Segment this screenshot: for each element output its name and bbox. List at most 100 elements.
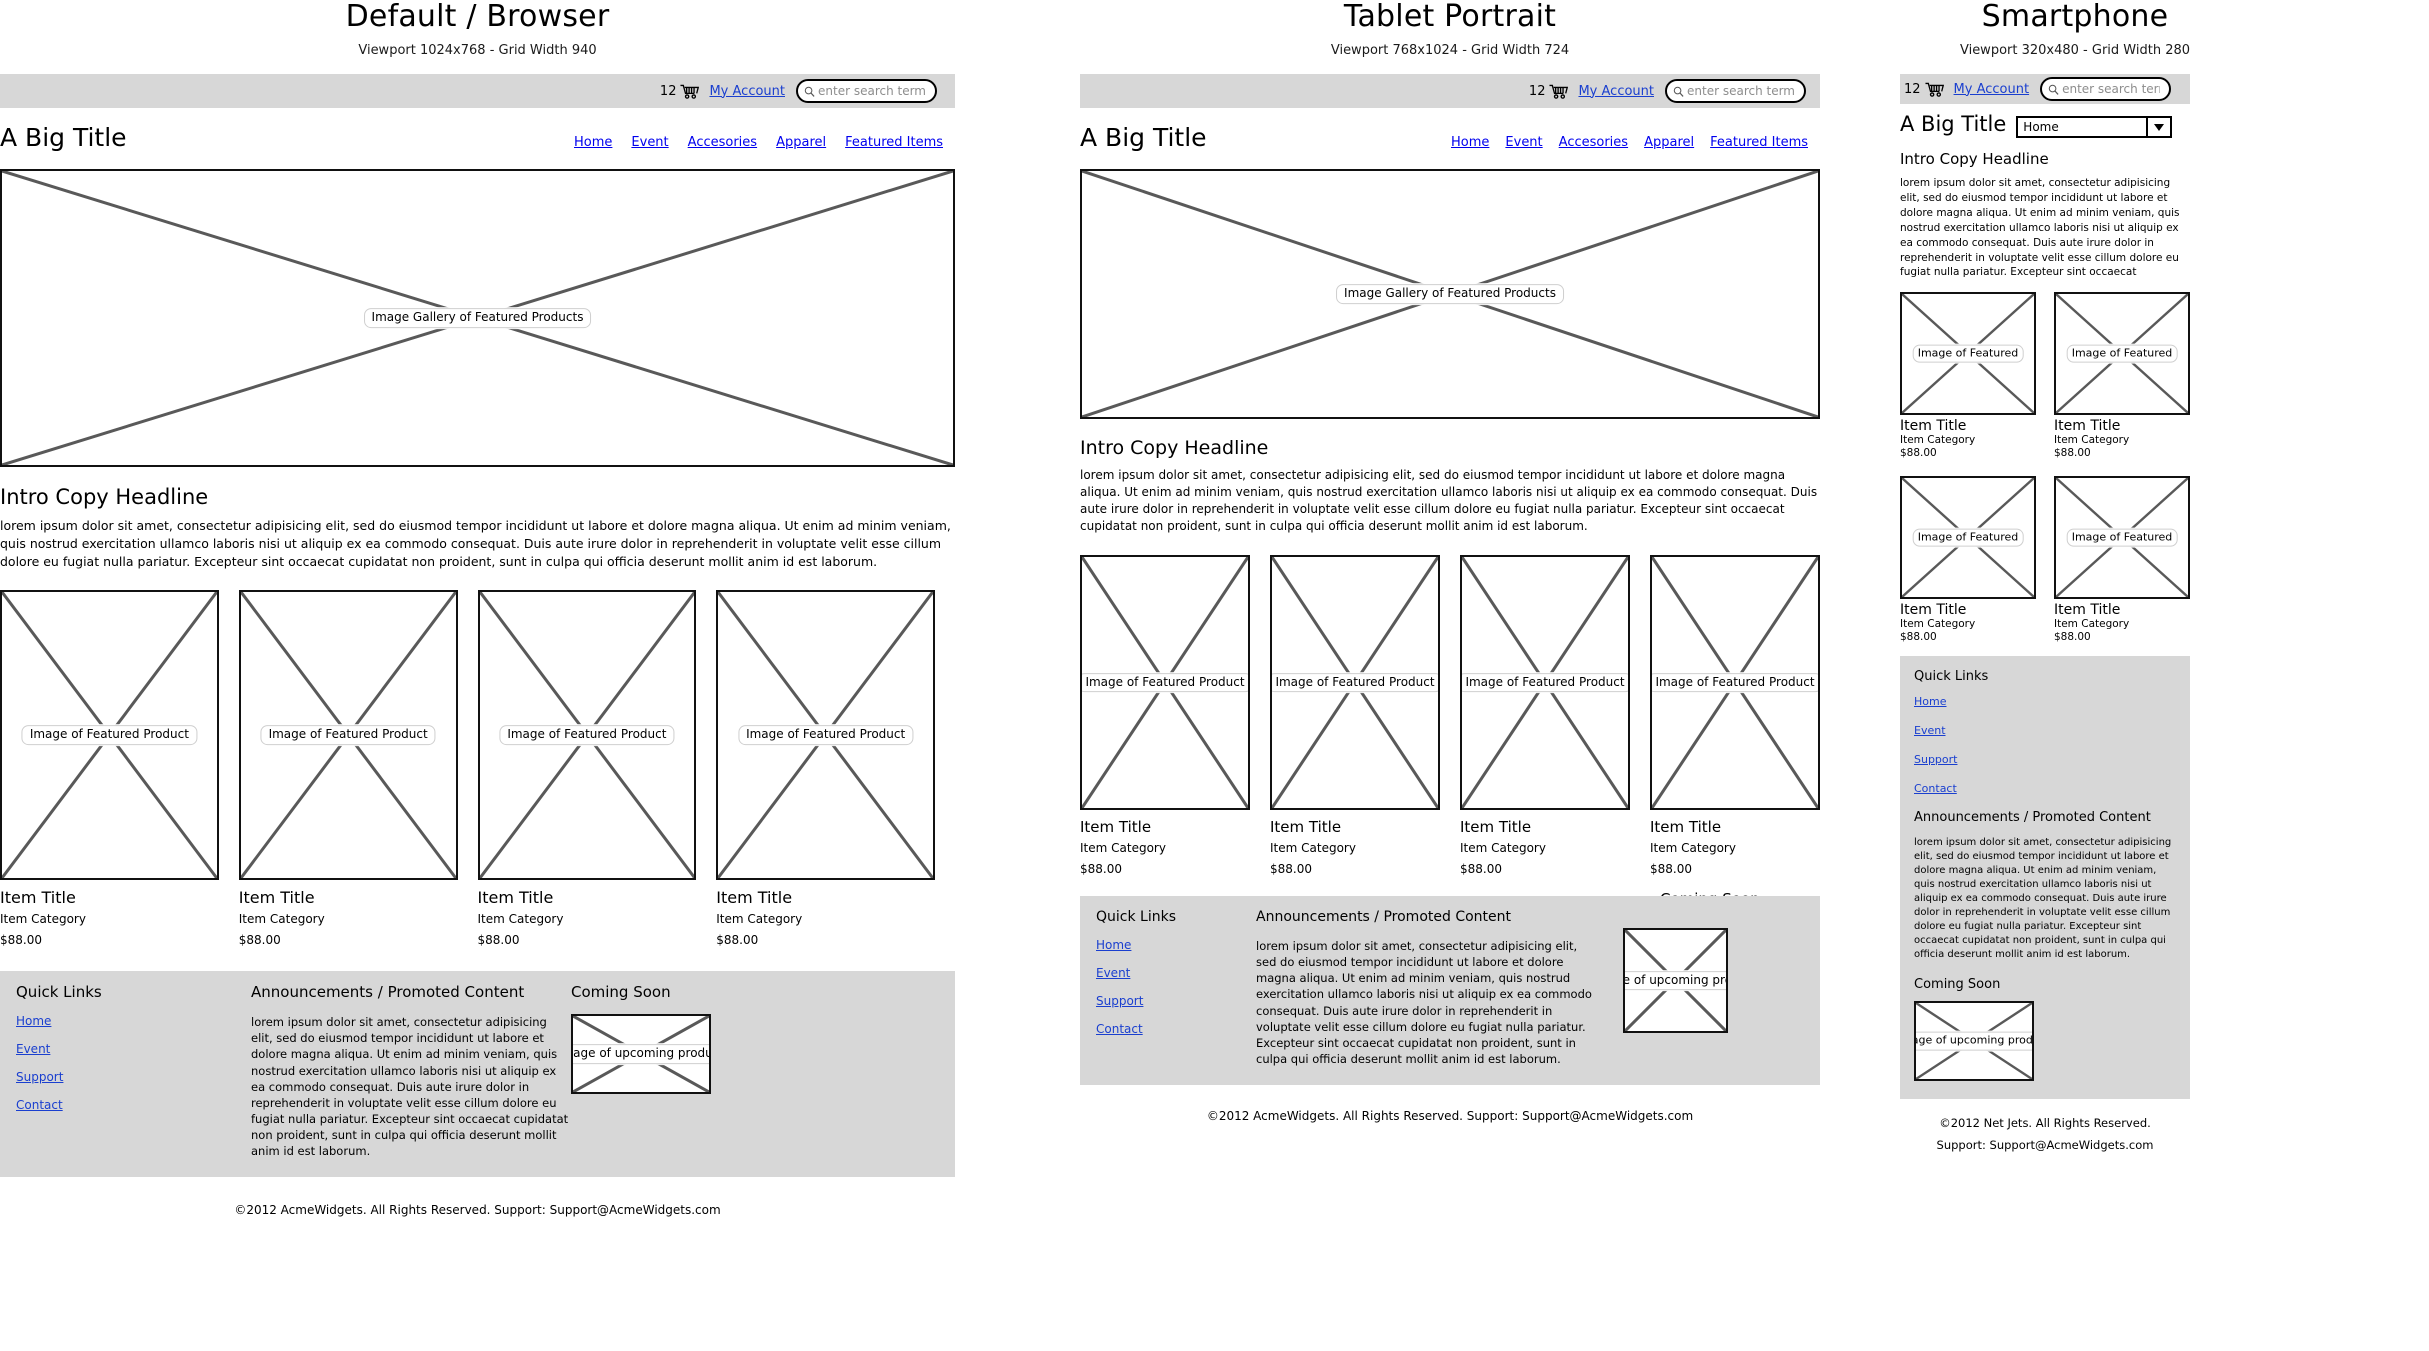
quick-link-support[interactable]: Support bbox=[1096, 994, 1256, 1008]
product-card[interactable]: Image of Featured Product Item Title Ite… bbox=[1080, 555, 1250, 875]
quick-links-heading: Quick Links bbox=[1914, 669, 1989, 685]
nav-item-event[interactable]: Event bbox=[1505, 135, 1542, 150]
my-account-link[interactable]: My Account bbox=[709, 84, 785, 99]
quick-link-home[interactable]: Home bbox=[16, 1014, 251, 1028]
column-subtitle-desktop: Viewport 1024x768 - Grid Width 940 bbox=[358, 43, 597, 58]
my-account-link[interactable]: My Account bbox=[1954, 82, 2030, 97]
utility-bar: 12 My Account enter search terms bbox=[0, 74, 955, 108]
product-card[interactable]: Image of Featured Product Item Title Ite… bbox=[1650, 555, 1820, 875]
shopping-cart-icon[interactable] bbox=[680, 84, 700, 99]
coming-soon-image-label: Image of upcoming product bbox=[573, 1044, 709, 1065]
announcements-section: Announcements / Promoted Content lorem i… bbox=[251, 985, 571, 1159]
column-title-smartphone: Smartphone bbox=[1981, 0, 2169, 34]
announcements-heading: Announcements / Promoted Content bbox=[251, 983, 525, 1002]
site-title: A Big Title bbox=[0, 123, 127, 152]
wireframe-canvas: Default / Browser Viewport 1024x768 - Gr… bbox=[0, 0, 2429, 1351]
quick-link-contact[interactable]: Contact bbox=[1096, 1022, 1256, 1036]
quick-link-support[interactable]: Support bbox=[16, 1070, 251, 1084]
coming-soon-section: Image of upcoming product bbox=[1601, 910, 1804, 1067]
search-input[interactable]: enter search terms bbox=[1665, 79, 1806, 103]
product-card[interactable]: Image of Featured Product Item Title Ite… bbox=[238, 590, 458, 946]
nav-item-featured-items[interactable]: Featured Items bbox=[845, 135, 943, 150]
nav-item-featured-items[interactable]: Featured Items bbox=[1710, 135, 1808, 150]
quick-link-home[interactable]: Home bbox=[1914, 695, 2176, 708]
product-card[interactable]: Image of Featured Product Item Title Ite… bbox=[1460, 555, 1630, 875]
product-image-label: Image of Featured bbox=[1912, 344, 2024, 364]
product-image[interactable]: Image of Featured Product bbox=[0, 590, 219, 881]
product-price: $88.00 bbox=[0, 933, 42, 948]
quick-link-contact[interactable]: Contact bbox=[16, 1098, 251, 1112]
shopping-cart-icon[interactable] bbox=[1549, 84, 1569, 99]
product-image[interactable]: Image of Featured Product bbox=[238, 590, 458, 881]
cart-count: 12 bbox=[659, 83, 677, 99]
mobile-nav-select[interactable]: Home bbox=[2016, 116, 2173, 138]
product-price: $88.00 bbox=[716, 933, 759, 948]
announcements-section: Announcements / Promoted Content lorem i… bbox=[1914, 811, 2176, 962]
product-image-label: Image of Featured Product bbox=[499, 725, 675, 746]
main-nav: Home Event Accesories Apparel Featured I… bbox=[574, 135, 943, 150]
intro-body: lorem ipsum dolor sit amet, consectetur … bbox=[1080, 468, 1818, 534]
search-placeholder: enter search terms bbox=[818, 84, 926, 98]
product-image[interactable]: Image of Featured bbox=[1900, 292, 2036, 416]
chevron-down-icon[interactable] bbox=[2146, 118, 2170, 136]
quick-link-event[interactable]: Event bbox=[1096, 966, 1256, 980]
search-input[interactable]: enter search terms bbox=[796, 79, 937, 103]
product-title: Item Title bbox=[716, 888, 793, 908]
product-category: Item Category bbox=[1460, 841, 1546, 856]
brand-row: A Big Title Home Event Accesories Appare… bbox=[1080, 125, 1820, 150]
product-card[interactable]: Image of Featured Product Item Title Ite… bbox=[716, 590, 935, 946]
product-image[interactable]: Image of Featured bbox=[2054, 476, 2190, 600]
nav-item-home[interactable]: Home bbox=[1451, 135, 1489, 150]
coming-soon-image-label: Image of upcoming product bbox=[1916, 1032, 2032, 1051]
coming-soon-image[interactable]: Image of upcoming product bbox=[1914, 1001, 2034, 1082]
hero-image-gallery[interactable]: Image Gallery of Featured Products bbox=[1080, 169, 1820, 419]
product-price: $88.00 bbox=[2054, 446, 2091, 459]
product-title: Item Title bbox=[238, 888, 315, 908]
product-image[interactable]: Image of Featured Product bbox=[716, 590, 935, 881]
product-price: $88.00 bbox=[477, 933, 520, 948]
product-image[interactable]: Image of Featured Product bbox=[477, 590, 697, 881]
product-card[interactable]: Image of Featured Product Item Title Ite… bbox=[477, 590, 697, 948]
copyright-desktop: ©2012 AcmeWidgets. All Rights Reserved. … bbox=[234, 1203, 721, 1218]
product-card[interactable]: Image of Featured Item Title Item Catego… bbox=[2054, 476, 2190, 642]
product-image-label: Image of Featured Product bbox=[260, 725, 436, 746]
product-title: Item Title bbox=[2054, 418, 2121, 435]
product-card[interactable]: Image of Featured Product Item Title Ite… bbox=[1270, 555, 1440, 875]
featured-products-grid: Image of Featured Product Item Title Ite… bbox=[0, 590, 955, 946]
quick-link-event[interactable]: Event bbox=[16, 1042, 251, 1056]
product-card[interactable]: Image of Featured Item Title Item Catego… bbox=[1900, 292, 2036, 458]
product-image-label: Image of Featured Product bbox=[738, 725, 914, 746]
product-category: Item Category bbox=[1650, 841, 1736, 856]
utility-bar: 12 My Account enter search terms bbox=[1080, 74, 1820, 108]
nav-item-event[interactable]: Event bbox=[631, 135, 668, 150]
quick-link-home[interactable]: Home bbox=[1096, 938, 1256, 952]
product-card[interactable]: Image of Featured Item Title Item Catego… bbox=[2054, 292, 2190, 458]
nav-item-accesories[interactable]: Accesories bbox=[688, 135, 757, 150]
product-title: Item Title bbox=[2054, 602, 2121, 619]
nav-item-apparel[interactable]: Apparel bbox=[776, 135, 826, 150]
column-title-tablet: Tablet Portrait bbox=[1343, 0, 1557, 34]
product-card[interactable]: Image of Featured Item Title Item Catego… bbox=[1900, 476, 2036, 642]
nav-item-home[interactable]: Home bbox=[574, 135, 612, 150]
coming-soon-image[interactable]: Image of upcoming product bbox=[571, 1014, 711, 1095]
shopping-cart-icon[interactable] bbox=[1925, 82, 1944, 97]
quick-link-support[interactable]: Support bbox=[1914, 753, 2176, 766]
product-image[interactable]: Image of Featured Product bbox=[1080, 555, 1250, 811]
product-image[interactable]: Image of Featured Product bbox=[1270, 555, 1440, 811]
search-input[interactable]: enter search terms bbox=[2040, 77, 2172, 101]
product-image[interactable]: Image of Featured bbox=[1900, 476, 2036, 600]
mobile-nav-selected-value: Home bbox=[2023, 120, 2059, 134]
coming-soon-image[interactable]: Image of upcoming product bbox=[1623, 928, 1728, 1034]
product-image[interactable]: Image of Featured Product bbox=[1650, 555, 1820, 811]
product-title: Item Title bbox=[1900, 418, 1967, 435]
my-account-link[interactable]: My Account bbox=[1578, 84, 1654, 99]
quick-link-event[interactable]: Event bbox=[1914, 724, 2176, 737]
product-image[interactable]: Image of Featured bbox=[2054, 292, 2190, 416]
hero-image-label: Image Gallery of Featured Products bbox=[363, 308, 592, 328]
quick-link-contact[interactable]: Contact bbox=[1914, 782, 2176, 795]
product-image[interactable]: Image of Featured Product bbox=[1460, 555, 1630, 811]
product-card[interactable]: Image of Featured Product Item Title Ite… bbox=[0, 590, 219, 946]
hero-image-gallery[interactable]: Image Gallery of Featured Products bbox=[0, 169, 955, 467]
nav-item-apparel[interactable]: Apparel bbox=[1644, 135, 1694, 150]
nav-item-accesories[interactable]: Accesories bbox=[1559, 135, 1628, 150]
